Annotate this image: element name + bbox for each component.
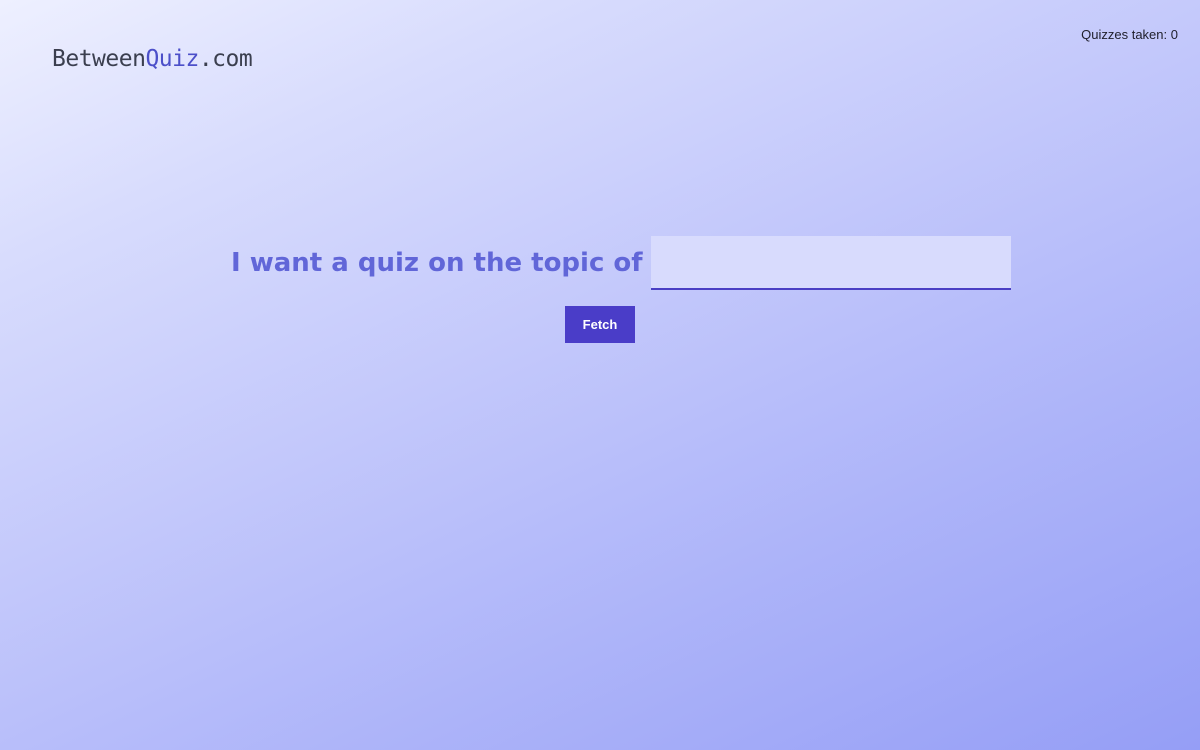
logo-text-between: Between [52, 46, 146, 72]
site-logo[interactable]: BetweenQuiz.com [52, 46, 253, 72]
topic-input[interactable] [650, 236, 1011, 290]
fetch-button[interactable]: Fetch [565, 306, 635, 343]
quizzes-taken-count: 0 [1170, 27, 1178, 42]
quizzes-taken-counter: Quizzes taken: 0 [1081, 27, 1178, 42]
logo-text-quiz: Quiz [145, 46, 199, 72]
logo-text-domain: .com [198, 46, 253, 72]
topic-prompt-row: I want a quiz on the topic of [231, 236, 1011, 290]
topic-prompt-text: I want a quiz on the topic of [231, 248, 643, 278]
quizzes-taken-label: Quizzes taken: [1081, 27, 1168, 42]
